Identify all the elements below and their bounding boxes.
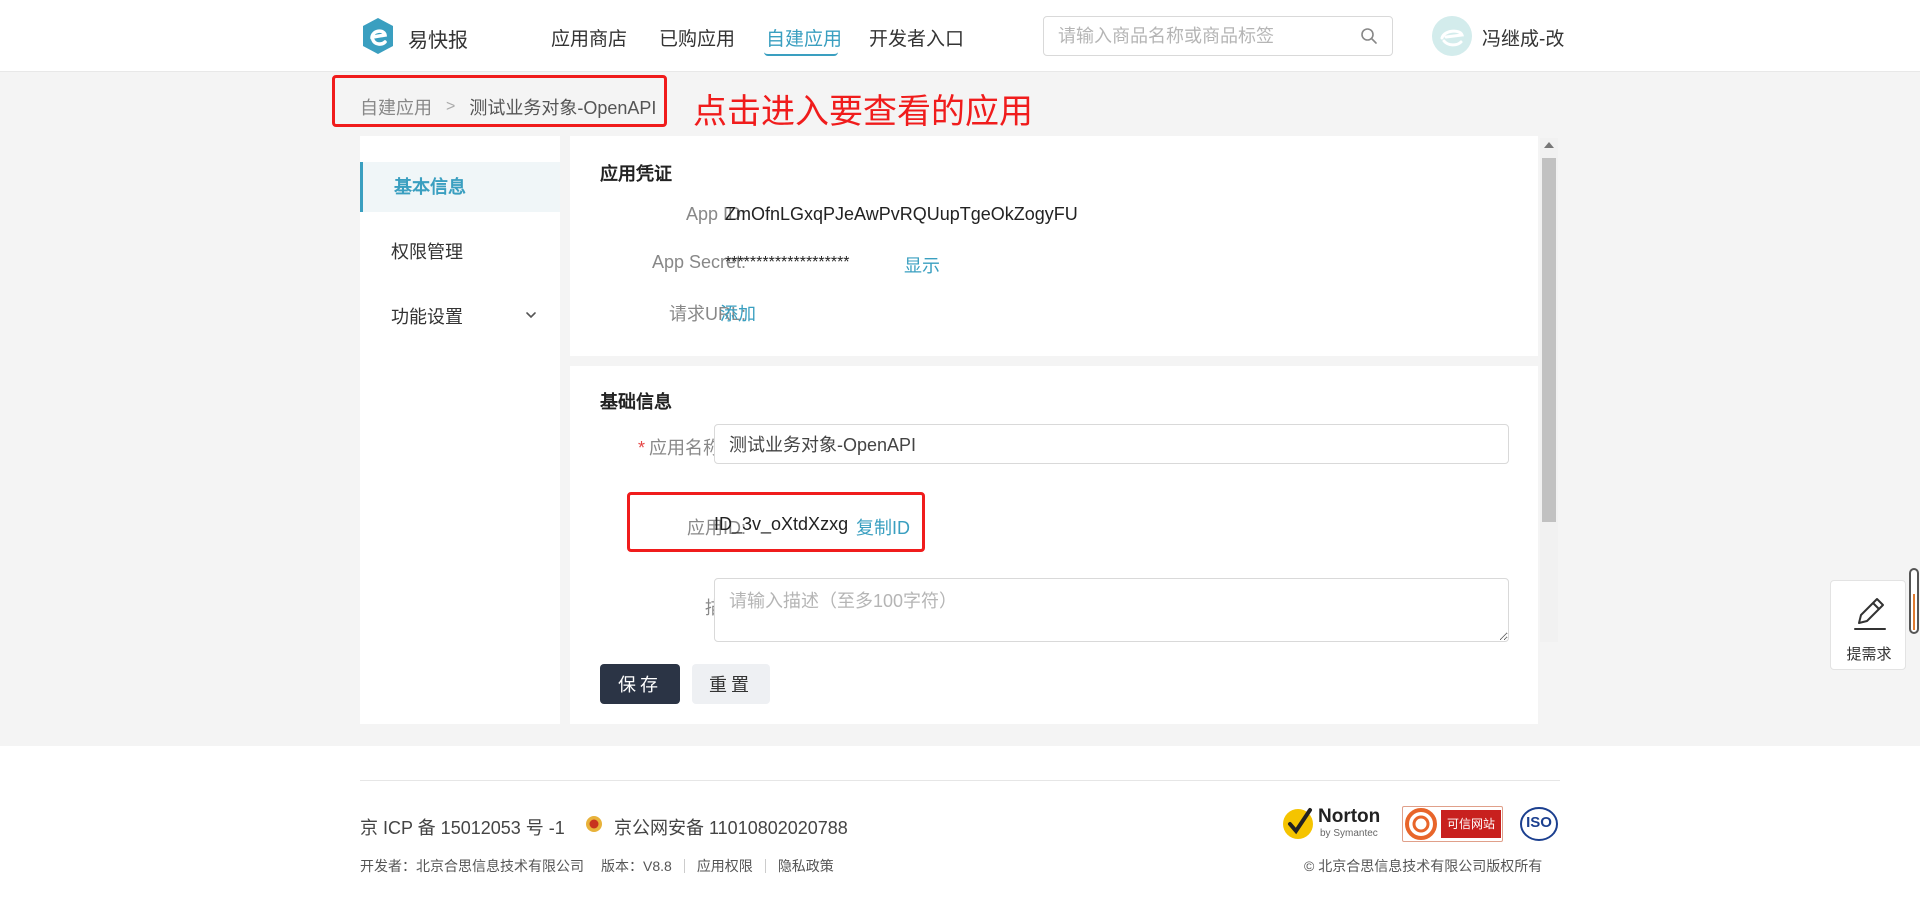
app-secret-label: App Secret: [651, 252, 746, 272]
sidebar-item-feature-settings[interactable]: 功能设置 [360, 292, 560, 342]
footer-divider [360, 780, 1560, 781]
sidebar: 基本信息 权限管理 功能设置 [360, 136, 560, 724]
highlight-box-breadcrumb [332, 75, 667, 127]
sidebar-item-permissions[interactable]: 权限管理 [360, 227, 560, 277]
privacy-policy-link[interactable]: 隐私政策 [778, 856, 834, 876]
scrollbar-thumb[interactable] [1542, 158, 1556, 522]
content-scrollbar[interactable] [1540, 138, 1558, 642]
icp-record[interactable]: 京 ICP 备 15012053 号 -1 [360, 814, 565, 840]
annotation-text: 点击进入要查看的应用 [693, 93, 1033, 131]
sidebar-item-label: 功能设置 [391, 307, 463, 327]
trusted-site-badge[interactable]: 可信网站 [1402, 806, 1503, 842]
required-asterisk: * [637, 438, 645, 458]
nav-custom-apps[interactable]: 自建应用 [766, 24, 842, 51]
version-text: 版本：V8.8 [601, 858, 672, 874]
norton-check-icon [1283, 808, 1313, 839]
norton-badge[interactable]: Norton by Symantec [1280, 802, 1382, 842]
footer-meta: 开发者：北京合思信息技术有限公司 版本：V8.8 应用权限 隐私政策 [360, 856, 834, 876]
avatar[interactable] [1432, 16, 1472, 56]
app-name-input[interactable] [714, 424, 1509, 464]
avatar-icon [1432, 16, 1472, 56]
save-button[interactable]: 保存 [600, 664, 680, 704]
credentials-title: 应用凭证 [600, 164, 672, 184]
show-secret-link[interactable]: 显示 [904, 252, 940, 278]
feedback-float-button[interactable]: 提需求 [1830, 580, 1906, 670]
app-secret-value: ******************** [725, 254, 850, 271]
basic-info-title: 基础信息 [600, 392, 672, 412]
nav-purchased-apps[interactable]: 已购应用 [659, 24, 735, 51]
feedback-label: 提需求 [1846, 646, 1892, 663]
pencil-icon [1854, 598, 1886, 630]
iso-badge[interactable]: ISO [1519, 806, 1559, 842]
user-name[interactable]: 冯继成-改 [1482, 24, 1564, 51]
developer-text: 开发者：北京合思信息技术有限公司 [360, 858, 584, 874]
trusted-site-icon [1405, 808, 1437, 840]
iso-label: ISO [1526, 814, 1552, 831]
app-permissions-link[interactable]: 应用权限 [697, 856, 753, 876]
add-url-link[interactable]: 添加 [720, 300, 756, 326]
nav-app-store[interactable]: 应用商店 [551, 24, 627, 51]
credentials-card: 应用凭证 App ID: ZmOfnLGxqPJeAwPvRQUupTgeOkZ… [570, 136, 1538, 356]
norton-sub-label: by Symantec [1320, 828, 1378, 839]
active-nav-indicator [764, 52, 838, 56]
scroll-up-icon[interactable] [1544, 142, 1554, 148]
norton-label: Norton [1318, 806, 1381, 827]
chevron-down-icon [526, 312, 536, 319]
brand-logo-icon[interactable] [360, 16, 396, 56]
copyright-text: © 北京合思信息技术有限公司版权所有 [1304, 858, 1543, 874]
app-id-value: ZmOfnLGxqPJeAwPvRQUupTgeOkZogyFU [725, 204, 1078, 224]
reset-button[interactable]: 重置 [692, 664, 770, 704]
brand-name[interactable]: 易快报 [408, 24, 468, 53]
app-name-label: * 应用名称: [590, 434, 726, 460]
search-input[interactable] [1044, 17, 1344, 55]
top-header: 易快报 应用商店 已购应用 自建应用 开发者入口 冯继成-改 [0, 0, 1920, 72]
page-scroll-indicator[interactable] [1909, 568, 1919, 634]
nav-developer-entry[interactable]: 开发者入口 [869, 24, 964, 51]
trusted-site-label: 可信网站 [1441, 810, 1501, 838]
police-badge-icon [586, 816, 602, 832]
sidebar-item-basic-info[interactable]: 基本信息 [360, 162, 560, 212]
police-record[interactable]: 京公网安备 11010802020788 [614, 814, 848, 840]
description-textarea[interactable] [714, 578, 1509, 642]
page-scroll-fill [1913, 594, 1915, 630]
highlight-box-app-id [627, 492, 925, 552]
action-bar: 保存 重置 [570, 642, 1538, 724]
search-icon[interactable] [1360, 27, 1378, 45]
search-box [1043, 16, 1393, 56]
footer: 京 ICP 备 15012053 号 -1 京公网安备 110108020207… [0, 746, 1920, 902]
